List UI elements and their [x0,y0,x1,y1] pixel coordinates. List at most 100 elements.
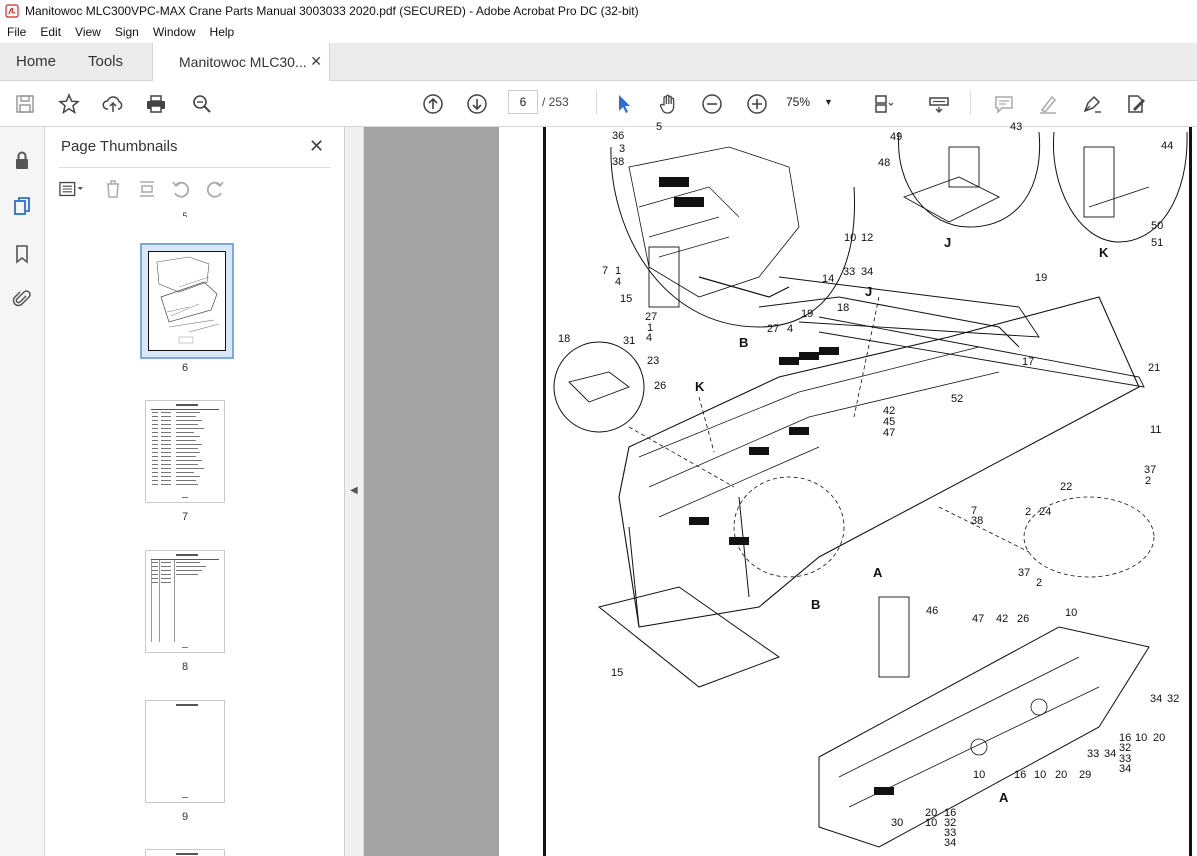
attachment-paperclip-icon[interactable] [11,288,33,310]
tab-document[interactable]: Manitowoc MLC30... ✕ [152,43,330,81]
previous-page-icon[interactable] [421,92,445,116]
pdf-page[interactable]: 36 3 38 5 49 48 43 44 J K 50 51 10 12 7 … [499,121,1197,856]
panel-title: Page Thumbnails [61,138,178,155]
thumbnail-tools [59,177,237,201]
tab-home[interactable]: Home [16,43,56,80]
menu-view[interactable]: View [68,25,108,39]
acrobat-app-icon [5,4,19,18]
callout-label: 21 [1148,362,1161,374]
menu-sign[interactable]: Sign [108,25,146,39]
thumbnail-blank-preview [176,704,198,798]
tab-tools[interactable]: Tools [88,43,123,80]
tab-bar: Home Tools Manitowoc MLC30... ✕ [0,43,1197,81]
callout-label: 51 [1151,237,1164,249]
tab-document-label: Manitowoc MLC30... [179,54,307,70]
callout-label: 29 [1079,769,1092,781]
document-background [364,127,499,856]
callout-label: 10 [925,817,938,829]
bookmark-star-icon[interactable] [57,92,81,116]
callout-label: 10 [1034,769,1047,781]
thumbnail-page-7[interactable] [145,400,225,503]
page-number-input[interactable]: 6 [508,90,538,114]
select-cursor-icon[interactable] [612,92,636,116]
callout-label: 20 [1055,769,1068,781]
thumbnail-table-preview [151,404,219,498]
keyboard-icon[interactable] [927,92,951,116]
menu-file[interactable]: File [0,25,33,39]
callout-label: J [944,235,952,250]
callout-label: 52 [951,393,964,405]
zoom-in-icon[interactable] [745,92,769,116]
left-navigation-rail [0,127,45,856]
thumbnail-page-10[interactable] [145,849,225,856]
callout-label: 38 [612,156,625,168]
callout-label: 20 [1153,732,1166,744]
callout-label: 36 [612,130,625,142]
upload-cloud-icon[interactable] [101,92,125,116]
callout-label: 46 [926,605,939,617]
page-thumbnails-icon[interactable] [11,195,33,217]
callout-label: 4 [787,323,794,335]
thumbnail-label: 7 [181,511,189,523]
toolbar-divider [970,90,971,114]
menu-help[interactable]: Help [203,25,242,39]
callout-label: 34 [861,266,874,278]
panel-divider [59,167,331,168]
callout-label: 10 [1065,607,1078,619]
zoom-level-dropdown[interactable]: 75% ▼ [786,90,852,114]
close-panel-icon[interactable]: ✕ [309,136,324,157]
next-page-icon[interactable] [465,92,489,116]
callout-label: 17 [1022,356,1035,368]
print-icon[interactable] [144,92,168,116]
chevron-down-icon: ▼ [824,97,833,107]
zoom-search-icon[interactable] [190,92,214,116]
rotate-clockwise-icon[interactable] [203,177,227,201]
tab-close-icon[interactable]: ✕ [310,53,322,70]
callout-label: 15 [611,667,624,679]
callout-label: 27 [767,323,780,335]
toolbar-divider [596,90,597,114]
menu-edit[interactable]: Edit [33,25,68,39]
callout-label: 10 [844,232,857,244]
thumbnail-page-8[interactable] [145,550,225,653]
thumbnail-partial-preview [176,853,198,855]
rotate-counterclockwise-icon[interactable] [169,177,193,201]
callout-label: J [865,284,873,299]
callout-label: 12 [861,232,874,244]
comment-icon[interactable] [992,92,1016,116]
callout-label: 18 [558,333,571,345]
extract-pages-icon[interactable] [135,177,159,201]
save-icon[interactable] [13,92,37,116]
thumbnail-page-6[interactable] [140,243,234,359]
thumbnail-page-9[interactable] [145,700,225,803]
draw-pen-icon[interactable] [1080,92,1104,116]
callout-label: 14 [822,273,835,285]
callout-label: 4 [615,276,622,288]
options-menu-icon[interactable] [59,177,83,201]
fill-sign-icon[interactable] [1124,92,1148,116]
callout-label: 34 [1104,748,1117,760]
callout-label: 34 [944,837,957,849]
callout-label: 7 [602,265,609,277]
menu-window[interactable]: Window [146,25,203,39]
callout-label: 42 [996,613,1009,625]
callout-label: 31 [623,335,636,347]
callout-label: 37 [1018,567,1031,579]
thumbnail-preview [148,251,226,351]
zoom-out-icon[interactable] [700,92,724,116]
callout-label: 2 [1145,475,1152,487]
callout-label: 30 [891,817,904,829]
thumbnail-label: 8 [181,661,189,673]
delete-page-icon[interactable] [101,177,125,201]
callout-label: K [1099,245,1109,260]
callout-label: 50 [1151,220,1164,232]
hand-tool-icon[interactable] [656,92,680,116]
callout-label: 23 [647,355,660,367]
highlight-pen-icon[interactable] [1036,92,1060,116]
bookmark-icon[interactable] [11,243,33,265]
page-display-icon[interactable] [872,92,896,116]
callout-label: 19 [801,308,814,320]
panel-collapse-handle[interactable]: ◀ [345,127,364,856]
lock-icon[interactable] [11,149,33,171]
callout-label: 3 [619,143,626,155]
